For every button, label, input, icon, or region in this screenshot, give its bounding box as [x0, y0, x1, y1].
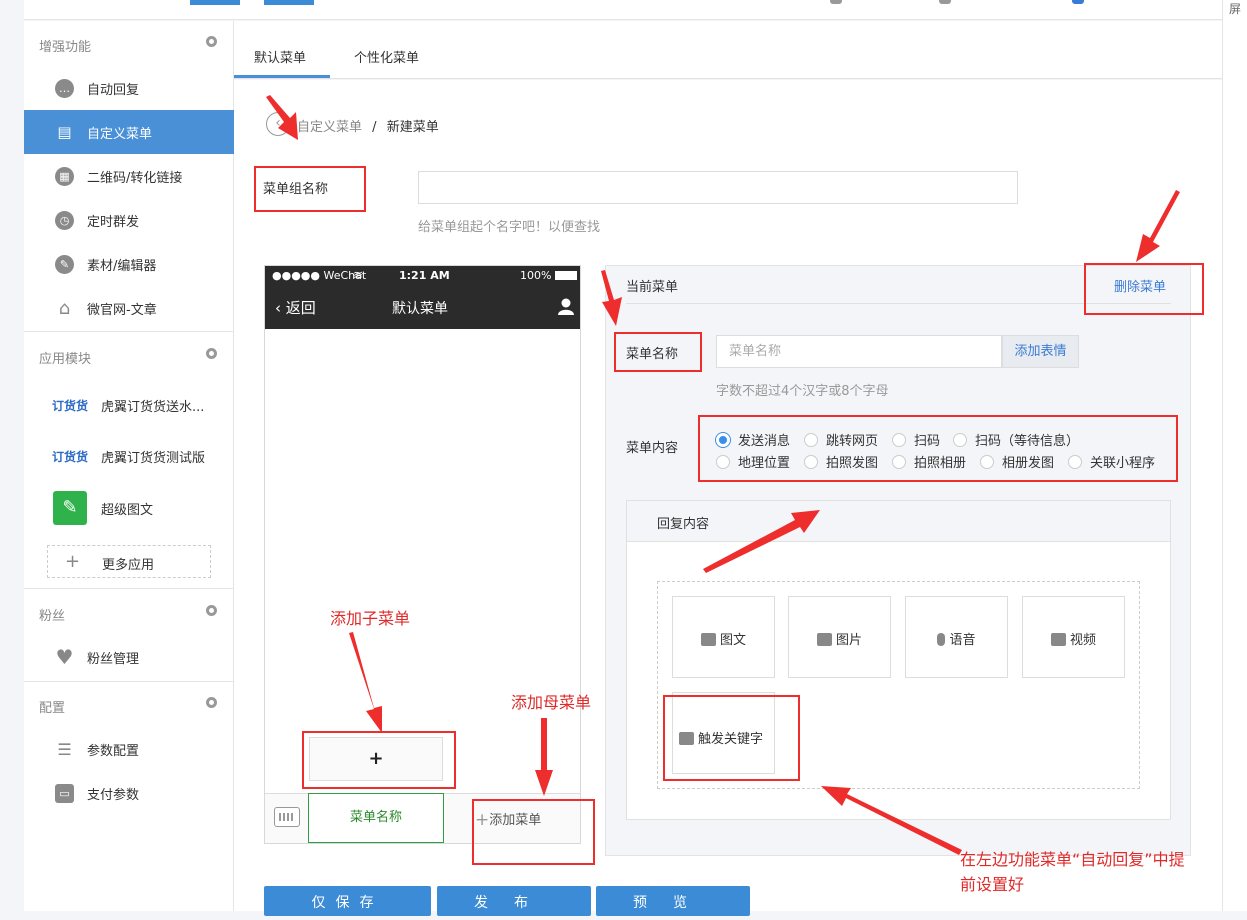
annotation-arrows: [266, 95, 1180, 855]
red-arrow-icon: [535, 718, 553, 796]
red-arrow-icon: [703, 510, 820, 573]
red-arrow-icon: [349, 632, 382, 733]
red-arrow-icon: [601, 270, 622, 326]
red-arrow-icon: [1136, 190, 1180, 262]
red-arrow-icon: [266, 95, 298, 140]
red-arrow-icon: [821, 786, 962, 855]
